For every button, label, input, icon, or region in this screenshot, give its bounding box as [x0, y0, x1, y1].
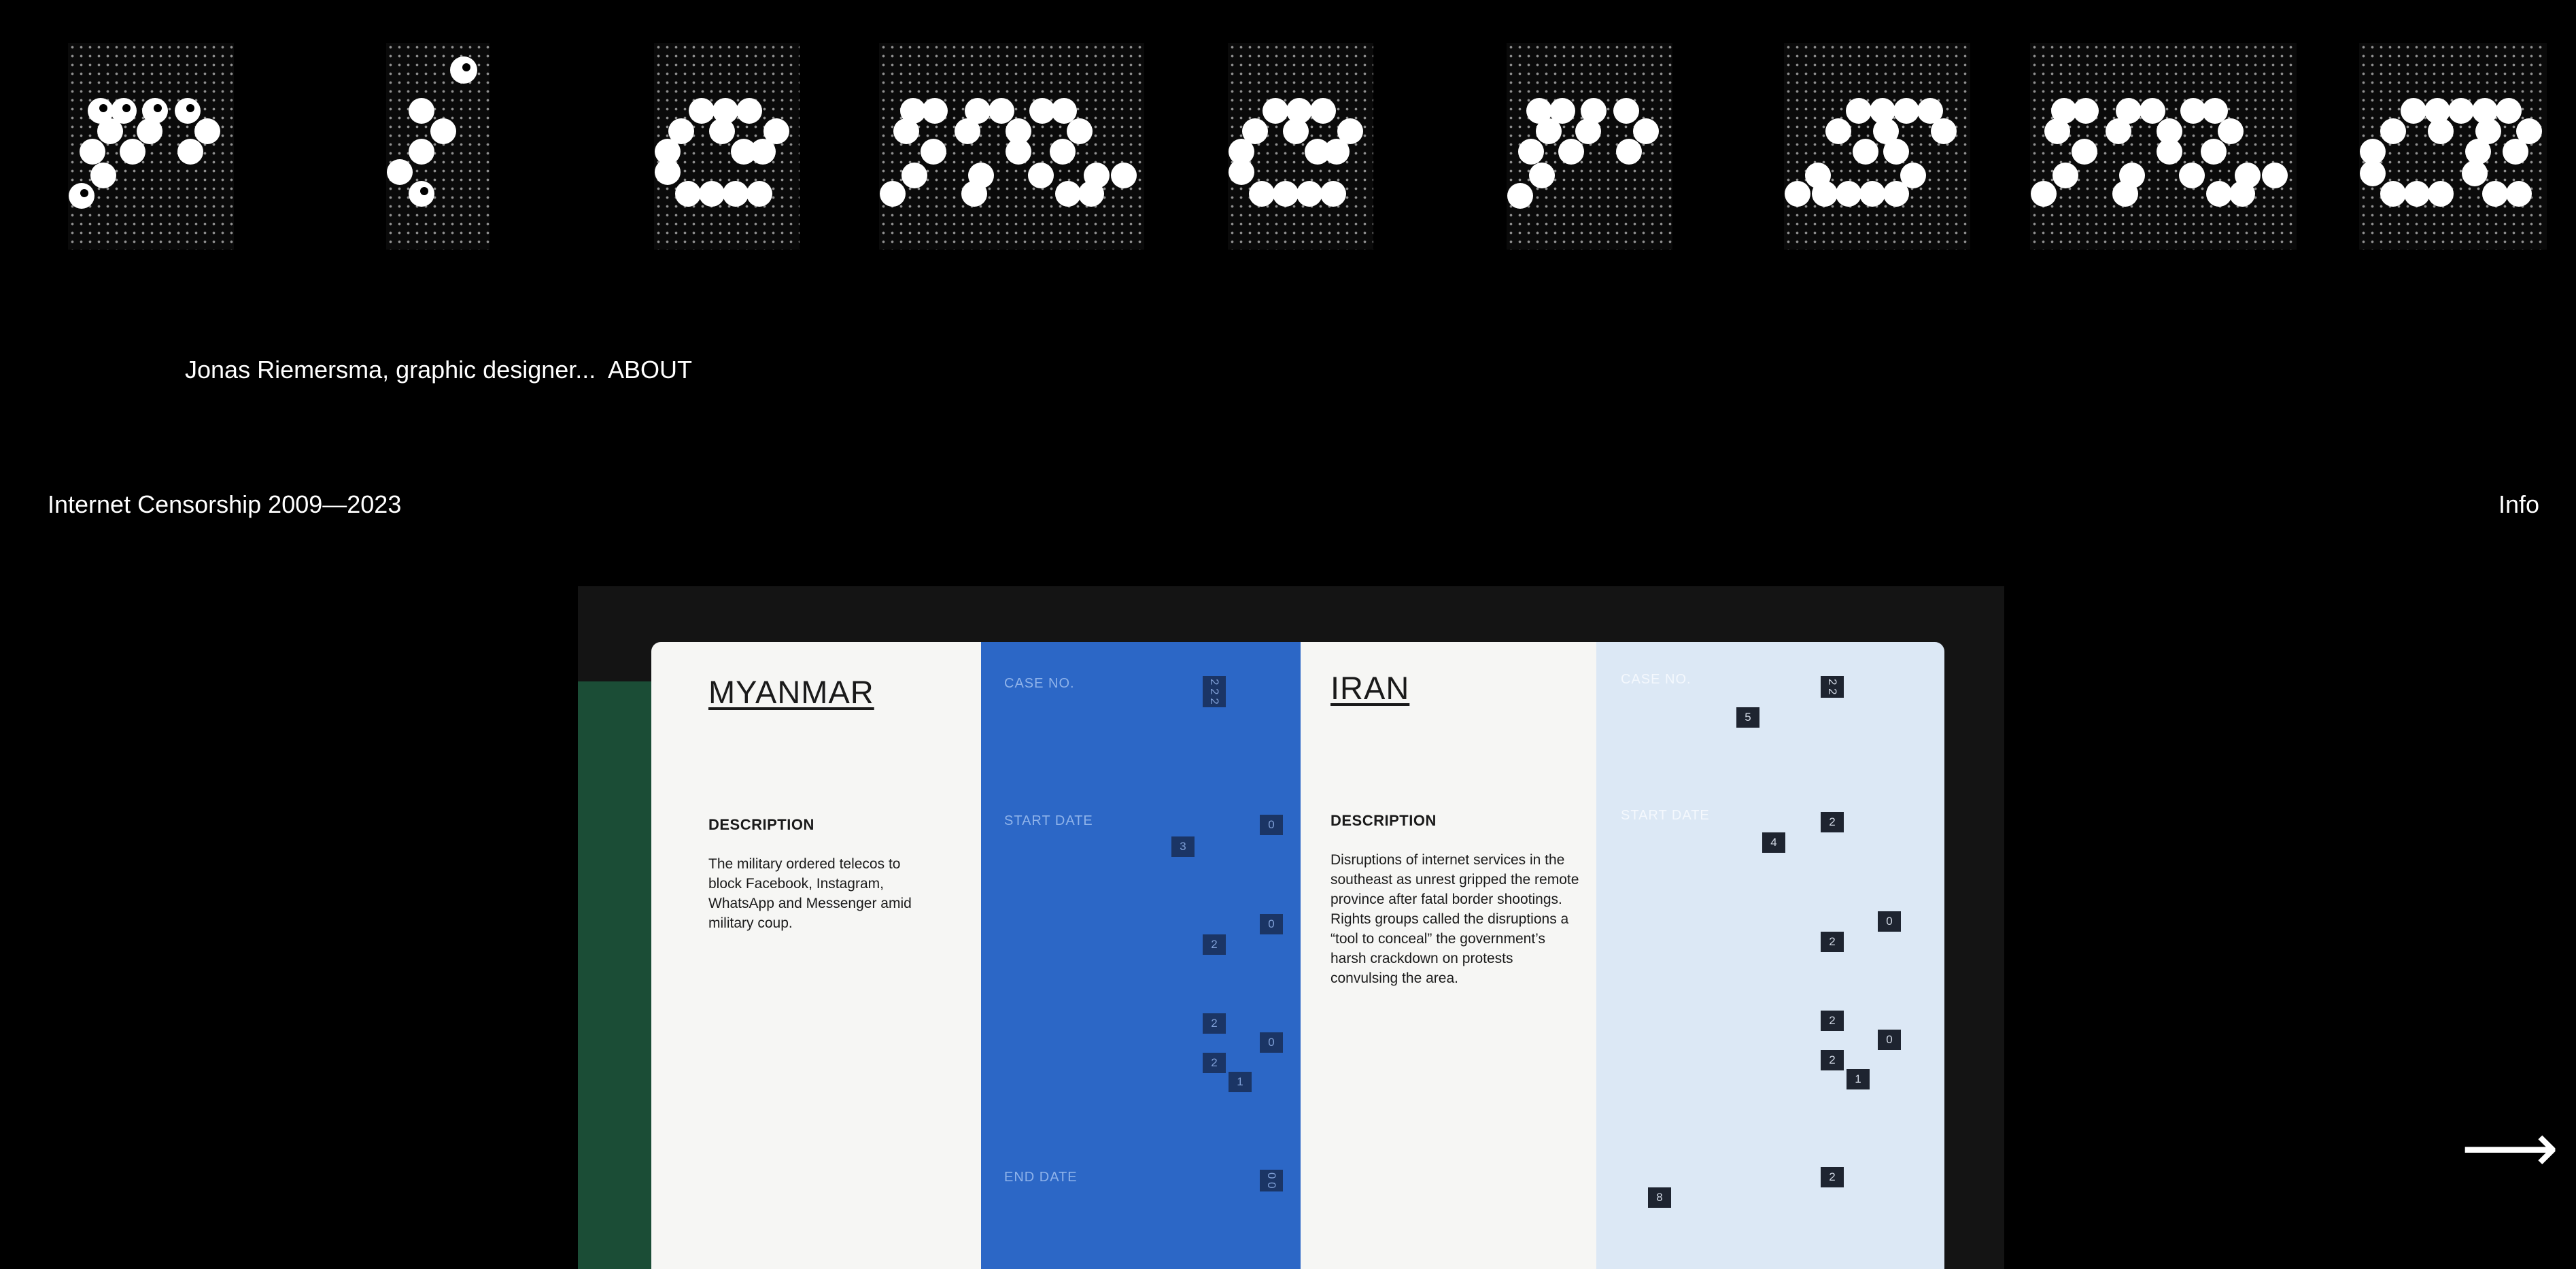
s-glyph-icon: [1785, 98, 1957, 207]
r-glyph-2-icon: [1507, 98, 1659, 209]
date-digit: 0: [1878, 1030, 1901, 1050]
project-title: Internet Censorship 2009—2023: [48, 490, 402, 518]
date-digit: 2: [1821, 812, 1844, 832]
start-date-label-left: START DATE: [1004, 813, 1093, 828]
logo-glyph-i: [386, 43, 490, 250]
date-digit: 2: [1821, 1167, 1844, 1187]
date-digit: 2: [1203, 934, 1226, 955]
logo-glyph-s: [1784, 43, 1970, 250]
date-digit: 2: [1203, 1013, 1226, 1034]
site-logo[interactable]: [0, 0, 2576, 258]
about-link[interactable]: ABOUT: [608, 354, 692, 386]
country-title-left: MYANMAR: [708, 674, 874, 710]
date-digit: 2: [1821, 932, 1844, 952]
date-digit: 2: [1203, 1053, 1226, 1073]
end-date-label-left: END DATE: [1004, 1170, 1078, 1185]
date-digit: 0: [1260, 815, 1283, 835]
project-image: MYANMAR DESCRIPTION The military ordered…: [578, 586, 2004, 1269]
m-glyph-2-icon: [2031, 98, 2288, 207]
e-glyph-2-icon: [1229, 98, 1363, 207]
logo-glyph-e: [654, 43, 800, 250]
date-digit: 0: [1260, 914, 1283, 934]
description-label-left: DESCRIPTION: [708, 816, 814, 833]
country-title-right: IRAN: [1330, 670, 1410, 706]
book-page-lightblue: CASE NO. 2 2 5 START DATE 2 4 0 2 2 0 2 …: [1596, 642, 1944, 1269]
date-digit: 4: [1762, 832, 1785, 853]
case-number-right: 2 2: [1821, 676, 1844, 698]
case-number-left: 2 2 2: [1203, 676, 1226, 707]
start-date-label-right: START DATE: [1621, 808, 1710, 823]
book-page-right: IRAN DESCRIPTION Disruptions of internet…: [1301, 642, 1596, 1269]
right-arrow-icon[interactable]: ⟶: [2461, 1114, 2558, 1182]
logo-glyph-m-2: [2030, 43, 2297, 250]
i-glyph-icon: [387, 56, 477, 207]
logo-glyph-r-2: [1507, 43, 1672, 250]
book-page-blue: CASE NO. 2 2 2 START DATE 0 3 0 2 2 0 2 …: [981, 642, 1301, 1269]
date-digit: 8: [1648, 1187, 1671, 1208]
description-text-left: The military ordered telecos to block Fa…: [708, 856, 912, 931]
date-digit: 0: [1260, 1032, 1283, 1053]
r-glyph-icon: [69, 98, 220, 209]
description-label-right: DESCRIPTION: [1330, 812, 1437, 829]
designer-link[interactable]: Jonas Riemersma, graphic designer...: [185, 354, 596, 386]
a-glyph-icon: [2360, 98, 2542, 207]
logo-glyph-e-2: [1228, 43, 1373, 250]
case-no-label-left: CASE NO.: [1004, 676, 1075, 691]
logo-glyph-r: [68, 43, 234, 250]
logo-glyph-a: [2359, 43, 2547, 250]
info-link[interactable]: Info: [2498, 488, 2539, 521]
description-text-right: Disruptions of internet services in the …: [1330, 852, 1579, 986]
case-no-label-right: CASE NO.: [1621, 672, 1691, 687]
date-digit: 3: [1171, 836, 1195, 857]
date-digit: 1: [1847, 1069, 1870, 1089]
m-glyph-icon: [880, 98, 1137, 207]
date-digit: 5: [1736, 707, 1759, 728]
book-spine: [578, 681, 653, 1269]
date-digit: 2: [1821, 1011, 1844, 1031]
logo-glyph-m: [879, 43, 1144, 250]
end-date-digits: 0 0: [1260, 1170, 1283, 1191]
book-page-left: MYANMAR DESCRIPTION The military ordered…: [651, 642, 988, 1269]
date-digit: 1: [1229, 1072, 1252, 1092]
e-glyph-icon: [655, 98, 789, 207]
date-digit: 0: [1878, 911, 1901, 932]
date-digit: 2: [1821, 1050, 1844, 1070]
